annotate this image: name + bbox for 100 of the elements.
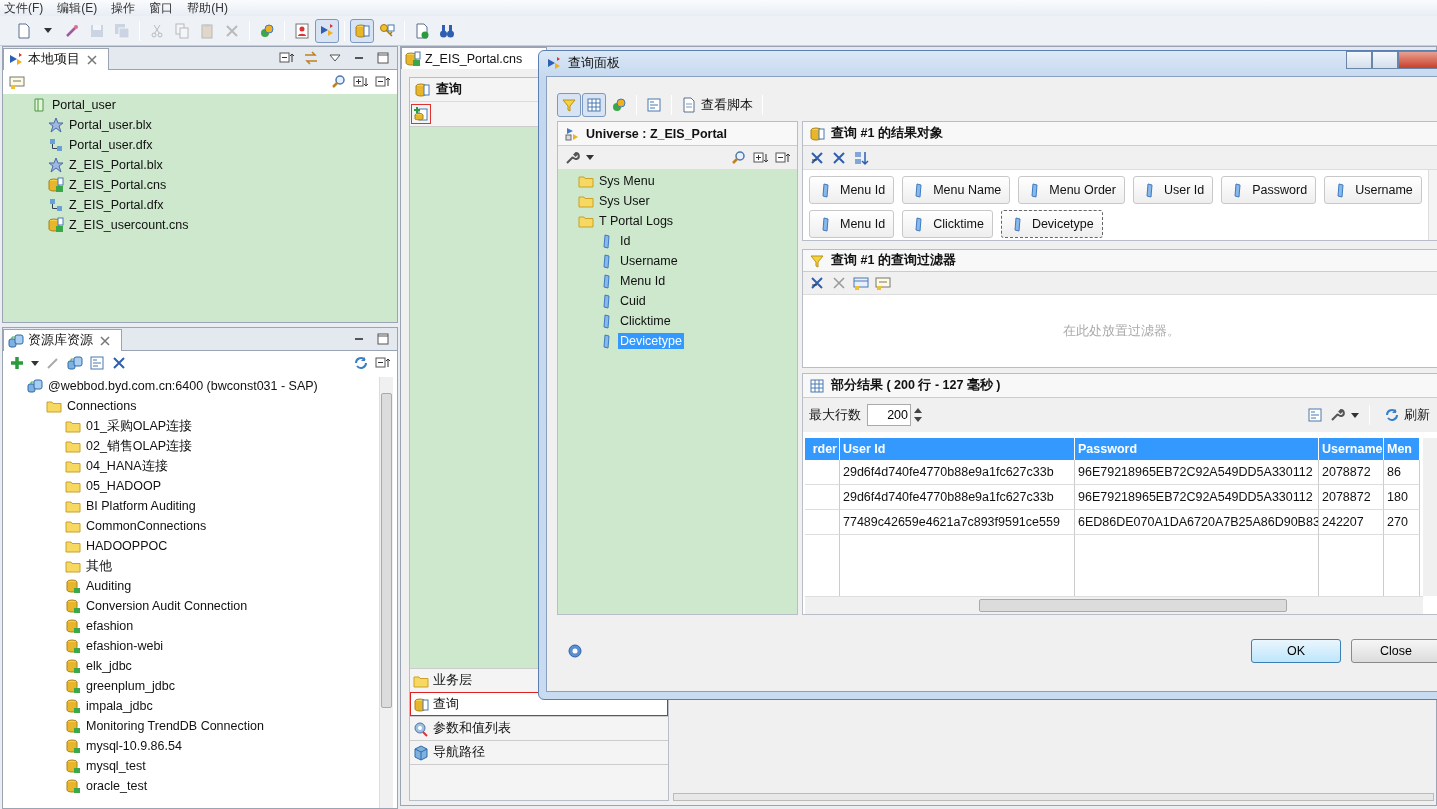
close-button[interactable]: Close — [1351, 639, 1437, 663]
object-chip[interactable]: User Id — [1132, 176, 1214, 204]
tree-item[interactable]: oracle_test — [84, 778, 150, 794]
nav-item[interactable]: 导航路径 — [410, 740, 668, 764]
add-object-icon[interactable] — [413, 106, 429, 122]
tree-item[interactable]: Clicktime — [618, 313, 673, 329]
tree-item[interactable]: Sys Menu — [597, 173, 657, 189]
panel-tab[interactable]: 本地项目 — [3, 48, 109, 70]
toolbar-button[interactable] — [315, 18, 339, 43]
menu-item[interactable]: 操作 — [111, 0, 136, 17]
properties-icon[interactable] — [1307, 407, 1323, 423]
tree-item[interactable]: Id — [618, 233, 633, 249]
object-chip[interactable]: Menu Id — [809, 176, 895, 204]
remove-all-icon[interactable] — [809, 149, 825, 166]
scrollbar[interactable] — [1428, 170, 1437, 240]
nav-item[interactable]: 参数和值列表 — [410, 716, 668, 740]
caret-icon[interactable] — [31, 360, 39, 366]
collapse-all-icon[interactable] — [279, 50, 295, 66]
tree-item[interactable]: @webbod.byd.com.cn:6400 (bwconst031 - SAP) — [46, 378, 320, 394]
tree-item[interactable]: greenplum_jdbc — [84, 678, 177, 694]
tree-item[interactable]: Cuid — [618, 293, 648, 309]
tree-item[interactable]: Auditing — [84, 578, 134, 594]
collapse-all-icon[interactable] — [775, 149, 791, 166]
refresh-button[interactable]: 刷新 — [1380, 406, 1434, 424]
tree-item[interactable]: T Portal Logs — [597, 213, 676, 229]
spinner-arrows-icon[interactable] — [912, 406, 924, 424]
editor-tab[interactable]: Z_EIS_Portal.cns — [401, 47, 548, 69]
tree-item[interactable]: mysql-10.9.86.54 — [84, 738, 184, 754]
edit-filter-icon[interactable] — [853, 275, 869, 291]
tree-item[interactable]: Monitoring TrendDB Connection — [84, 718, 266, 734]
scrollbar[interactable] — [673, 793, 1434, 801]
tree-item[interactable]: BI Platform Auditing — [84, 498, 198, 514]
tree-item[interactable]: 02_销售OLAP连接 — [84, 436, 195, 456]
object-chip[interactable]: Password — [1221, 176, 1317, 204]
tree-item[interactable]: 01_采购OLAP连接 — [84, 416, 195, 436]
scrollbar[interactable] — [1423, 438, 1437, 596]
scrollbar[interactable] — [379, 377, 393, 808]
help-icon[interactable] — [567, 643, 583, 659]
tree-item[interactable]: HADOOPPOC — [84, 538, 170, 554]
object-chip[interactable]: Clicktime — [902, 210, 993, 238]
menu-item[interactable]: 编辑(E) — [57, 0, 98, 17]
tree-item[interactable]: impala_jdbc — [84, 698, 155, 714]
collapse-all-icon[interactable] — [375, 74, 391, 90]
tree-item[interactable]: Z_EIS_usercount.cns — [67, 217, 191, 233]
caret-icon[interactable] — [1351, 412, 1359, 418]
scrollbar[interactable] — [805, 596, 1423, 614]
view-script-button[interactable]: 查看脚本 — [677, 96, 757, 114]
maximize-button[interactable] — [1372, 51, 1398, 69]
tree-item[interactable]: Connections — [65, 398, 139, 414]
wrench-icon[interactable] — [1329, 407, 1345, 423]
database-icon[interactable] — [67, 355, 83, 371]
add-filter-icon[interactable] — [875, 275, 891, 291]
tree-item[interactable]: efashion — [84, 618, 136, 634]
remove-all-icon[interactable] — [809, 275, 825, 291]
ok-button[interactable]: OK — [1251, 639, 1341, 663]
collapse-all-icon[interactable] — [375, 355, 391, 371]
add-icon[interactable] — [9, 355, 25, 371]
expand-all-icon[interactable] — [353, 74, 369, 90]
panel-tab[interactable]: 资源库资源 — [3, 329, 122, 351]
menu-item[interactable]: 文件(F) — [4, 0, 44, 17]
tree-item[interactable]: 其他 — [84, 556, 114, 576]
object-chip[interactable]: Username — [1324, 176, 1422, 204]
maximize-icon[interactable] — [375, 50, 391, 66]
object-chip[interactable]: Menu Order — [1018, 176, 1125, 204]
tree-item[interactable]: 04_HANA连接 — [84, 456, 170, 476]
close-button[interactable] — [1398, 51, 1437, 69]
tree-item[interactable]: mysql_test — [84, 758, 148, 774]
menu-item[interactable]: 帮助(H) — [187, 0, 228, 17]
tree-item[interactable]: Z_EIS_Portal.dfx — [67, 197, 166, 213]
wrench-icon[interactable] — [564, 149, 580, 166]
object-chip[interactable]: Devicetype — [1000, 210, 1103, 238]
pencil-icon[interactable] — [45, 355, 61, 371]
properties-icon[interactable] — [89, 355, 105, 371]
tree-item[interactable]: Portal_user.blx — [67, 117, 154, 133]
minimize-button[interactable] — [1346, 51, 1372, 69]
tree-item[interactable]: Portal_user — [50, 97, 118, 113]
tree-item[interactable]: Portal_user.dfx — [67, 137, 155, 153]
expand-all-icon[interactable] — [753, 149, 769, 166]
tree-item[interactable]: efashion-webi — [84, 638, 166, 654]
caret-icon[interactable] — [586, 155, 594, 160]
object-chip[interactable]: Menu Name — [902, 176, 1011, 204]
max-rows-field[interactable]: 200 — [867, 404, 911, 426]
sync-icon[interactable] — [303, 50, 319, 66]
sort-icon[interactable] — [853, 149, 869, 166]
add-filter-icon[interactable] — [9, 74, 25, 90]
tree-item[interactable]: 05_HADOOP — [84, 478, 164, 494]
tree-item[interactable]: Sys User — [597, 193, 652, 209]
tree-item[interactable]: Z_EIS_Portal.blx — [67, 157, 165, 173]
delete-icon[interactable] — [111, 355, 127, 371]
tree-item[interactable]: Menu Id — [618, 273, 668, 289]
tree-item[interactable]: Z_EIS_Portal.cns — [67, 177, 169, 193]
object-chip[interactable]: Menu Id — [809, 210, 895, 238]
refresh-icon[interactable] — [353, 355, 369, 371]
tree-item[interactable]: CommonConnections — [84, 518, 209, 534]
tree-item[interactable]: elk_jdbc — [84, 658, 134, 674]
menu-item[interactable]: 窗口 — [149, 0, 174, 17]
search-icon[interactable] — [731, 149, 747, 166]
maximize-icon[interactable] — [375, 331, 391, 347]
tree-item[interactable]: Username — [618, 253, 680, 269]
search-icon[interactable] — [331, 74, 347, 90]
